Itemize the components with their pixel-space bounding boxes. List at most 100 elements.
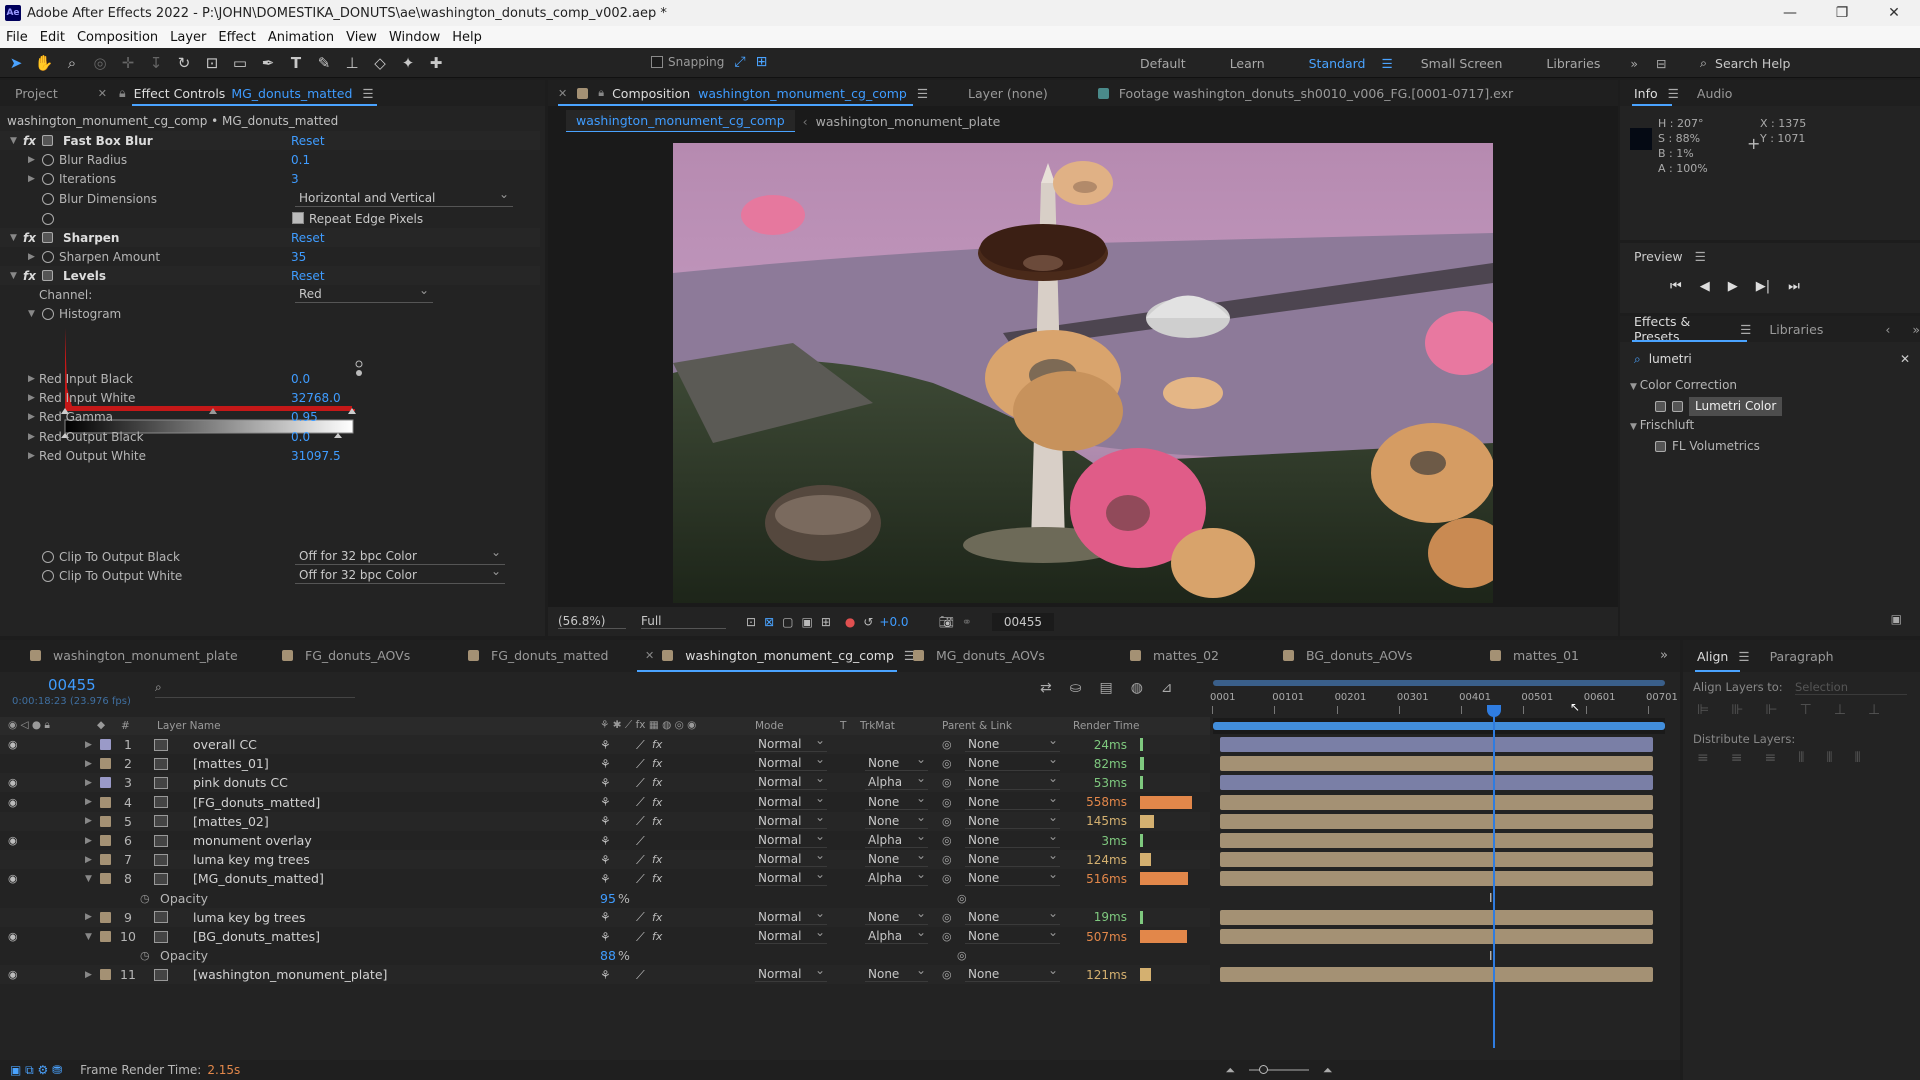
grid-guides-icon[interactable]: ⊞ [821,615,831,629]
parent-dropdown[interactable]: None [965,791,1060,810]
menu-edit[interactable]: Edit [40,30,65,45]
timeline-layer-row[interactable]: ◉ ▶ 1 overall CC ⚘ ⟋ fx Normal ◎ None 24ms [0,733,1653,754]
panel-menu-icon[interactable]: ☰ [362,86,373,101]
reset-button[interactable]: Reset [291,231,325,245]
tab-footage[interactable]: Footage washington_donuts_sh0010_v006_FG… [1119,86,1513,101]
pick-whip-icon[interactable]: ◎ [942,834,952,847]
pick-whip-icon[interactable]: ◎ [942,757,952,770]
disclosure-triangle-icon[interactable]: ▶ [85,778,92,788]
trkmat-dropdown[interactable]: Alpha [865,925,928,944]
stopwatch-icon[interactable]: ◷ [140,892,150,905]
sync-settings-icon[interactable]: ⊟ [1656,56,1666,71]
menu-effect[interactable]: Effect [218,30,255,45]
quality-switch-icon[interactable]: ⟋ [636,775,645,791]
mode-dropdown[interactable]: Normal [755,963,827,983]
trkmat-dropdown[interactable]: None [865,963,928,983]
timeline-layer-row[interactable]: ◉ ▼ 10 [BG_donuts_mattes] ⚘ ⟋ fx Normal Alpha ◎ No… [0,925,1653,946]
mode-dropdown[interactable]: Normal [755,829,827,848]
disclosure-triangle-icon[interactable]: ▶ [28,432,35,442]
trkmat-dropdown[interactable]: None [865,848,928,868]
align-bottom-icon[interactable]: ⊥ [1868,702,1880,718]
shy-switch-icon[interactable]: ⚘ [600,968,611,982]
disclosure-triangle-icon[interactable]: ▶ [28,155,35,165]
eraser-tool-icon[interactable]: ◇ [368,51,392,75]
brush-tool-icon[interactable]: ✎ [312,51,336,75]
effect-switch-icon[interactable]: fx [652,930,662,943]
lock-icon[interactable]: 🔒︎ [119,85,126,101]
opacity-value[interactable]: 88 [600,948,616,963]
trkmat-dropdown[interactable]: None [865,791,928,810]
mode-dropdown[interactable]: Normal [755,791,827,810]
pan-camera-icon[interactable]: ✛ [116,51,140,75]
shy-switch-icon[interactable]: ⚘ [600,853,611,867]
channel-dropdown[interactable]: Red [295,283,433,303]
layer-name[interactable]: overall CC [193,737,257,752]
layer-duration-bar[interactable] [1220,775,1653,791]
parent-dropdown[interactable]: None [965,925,1060,944]
workspace-learn[interactable]: Learn [1230,56,1265,71]
visibility-eye-icon[interactable]: ◉ [8,930,18,943]
layer-duration-bar[interactable] [1220,756,1653,772]
menu-file[interactable]: File [6,30,28,45]
disclosure-triangle-icon[interactable]: ▶ [85,740,92,750]
mode-dropdown[interactable]: Normal [755,733,827,752]
timeline-tab[interactable]: mattes_01 [1490,648,1579,663]
param-value[interactable]: 0.0 [291,372,310,386]
roto-brush-tool-icon[interactable]: ✦ [396,51,420,75]
effect-switch-icon[interactable]: fx [652,815,662,828]
parent-dropdown[interactable]: None [965,771,1060,791]
minimize-button[interactable]: — [1764,0,1816,26]
quality-switch-icon[interactable]: ⟋ [636,813,645,829]
effect-levels[interactable]: ▼ fx Levels Reset [0,266,540,285]
layer-name-header[interactable]: Layer Name [157,720,221,732]
shy-switch-icon[interactable]: ⚘ [600,872,611,886]
tab-effect-controls[interactable]: Effect Controls [134,86,226,101]
snap-edges-icon[interactable]: ⤢ [734,54,745,70]
layer-name[interactable]: pink donuts CC [193,775,288,790]
timeline-layer-row[interactable]: ◉ ▶ 11 [washington_monument_plate] ⚘ ⟋ Normal N… [0,963,1653,985]
visibility-eye-icon[interactable]: ◉ [8,968,18,981]
menu-help[interactable]: Help [452,30,482,45]
pen-tool-icon[interactable]: ✒ [256,51,280,75]
work-area-bar[interactable] [1213,722,1665,730]
timeline-tab[interactable]: washington_monument_plate [30,648,238,663]
exposure-value[interactable]: +0.0 [879,615,908,629]
effects-group[interactable]: ▼ Frischluft [1630,416,1782,437]
fast-previews-icon[interactable]: ⊡ [746,615,756,629]
distribute-bottom-icon[interactable]: ≡ [1764,750,1776,766]
workspace-small-screen[interactable]: Small Screen [1421,56,1503,71]
layer-duration-bar[interactable] [1220,813,1653,829]
timeline-tab[interactable]: MG_donuts_AOVs [913,648,1045,663]
align-to-dropdown[interactable]: Selection [1795,680,1907,695]
layer-name[interactable]: [MG_donuts_matted] [193,871,324,886]
hand-tool-icon[interactable]: ✋ [32,51,56,75]
panel-menu-icon[interactable]: ☰ [1738,649,1749,664]
param-value[interactable]: 0.95 [291,410,318,424]
disclosure-triangle-icon[interactable]: ▼ [10,233,17,243]
repeat-edge-checkbox[interactable] [292,212,304,224]
quality-switch-icon[interactable]: ⟋ [636,871,645,887]
fx-toggle-icon[interactable]: fx [23,231,36,245]
quality-switch-icon[interactable]: ⟋ [636,756,645,772]
layer-name[interactable]: monument overlay [193,833,312,848]
effect-switch-icon[interactable]: fx [652,911,662,924]
disclosure-triangle-icon[interactable]: ▼ [85,874,92,884]
dolly-camera-icon[interactable]: ↧ [144,51,168,75]
close-window-button[interactable]: ✕ [1868,0,1920,26]
layer-search-input[interactable]: ⌕ [155,680,355,698]
timeline-tab[interactable]: ✕ washington_monument_cg_comp ☰ [645,648,915,663]
shy-switch-icon[interactable]: ⚘ [600,814,611,828]
layer-duration-bar[interactable] [1220,794,1653,810]
trkmat-dropdown[interactable]: Alpha [865,771,928,791]
layer-duration-bar[interactable] [1220,833,1653,848]
timeline-layer-row[interactable]: ◉ ▼ 8 [MG_donuts_matted] ⚘ ⟋ fx Normal Alpha ◎ Non… [0,867,1653,889]
trkmat-dropdown[interactable]: None [865,810,928,829]
param-value[interactable]: 0.0 [291,430,310,444]
visibility-eye-icon[interactable]: ◉ [8,738,18,751]
shy-switch-icon[interactable]: ⚘ [600,757,611,771]
disclosure-triangle-icon[interactable]: ▼ [10,271,17,281]
workspace-default[interactable]: Default [1140,56,1186,71]
label-color-swatch[interactable] [100,854,111,866]
parent-dropdown[interactable]: None [965,810,1060,829]
layer-name[interactable]: [mattes_02] [193,814,269,829]
